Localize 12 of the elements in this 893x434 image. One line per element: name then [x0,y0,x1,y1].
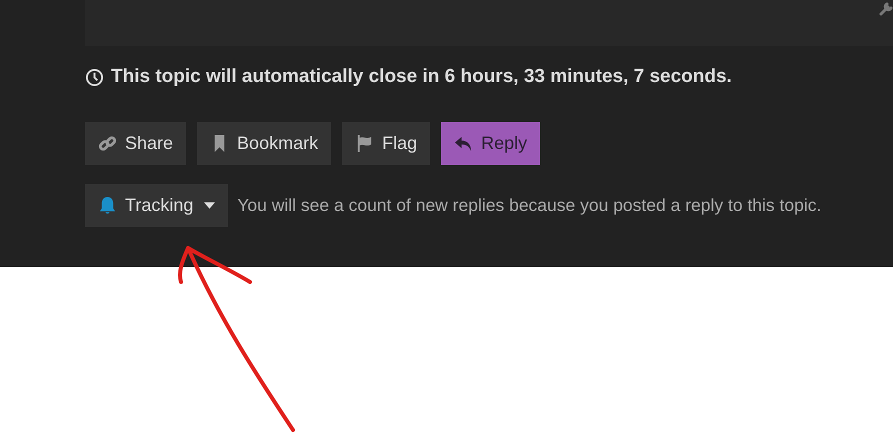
clock-icon [85,68,104,86]
action-button[interactable]: Flag [342,122,430,165]
wrench-icon[interactable] [879,2,893,16]
caret-icon [204,202,216,209]
topic-timer-text: This topic will automatically close in 6 hours, 33 minutes, 7 seconds. [111,66,732,88]
bell-icon [98,196,117,215]
notification-description: You will see a count of new replies because you posted a reply to this topic. [237,195,822,216]
reply-icon [454,134,474,153]
tracking-dropdown[interactable]: Tracking [85,184,228,227]
action-button[interactable]: Share [85,122,186,165]
link-icon [98,134,117,153]
action-button[interactable]: Bookmark [197,122,332,165]
